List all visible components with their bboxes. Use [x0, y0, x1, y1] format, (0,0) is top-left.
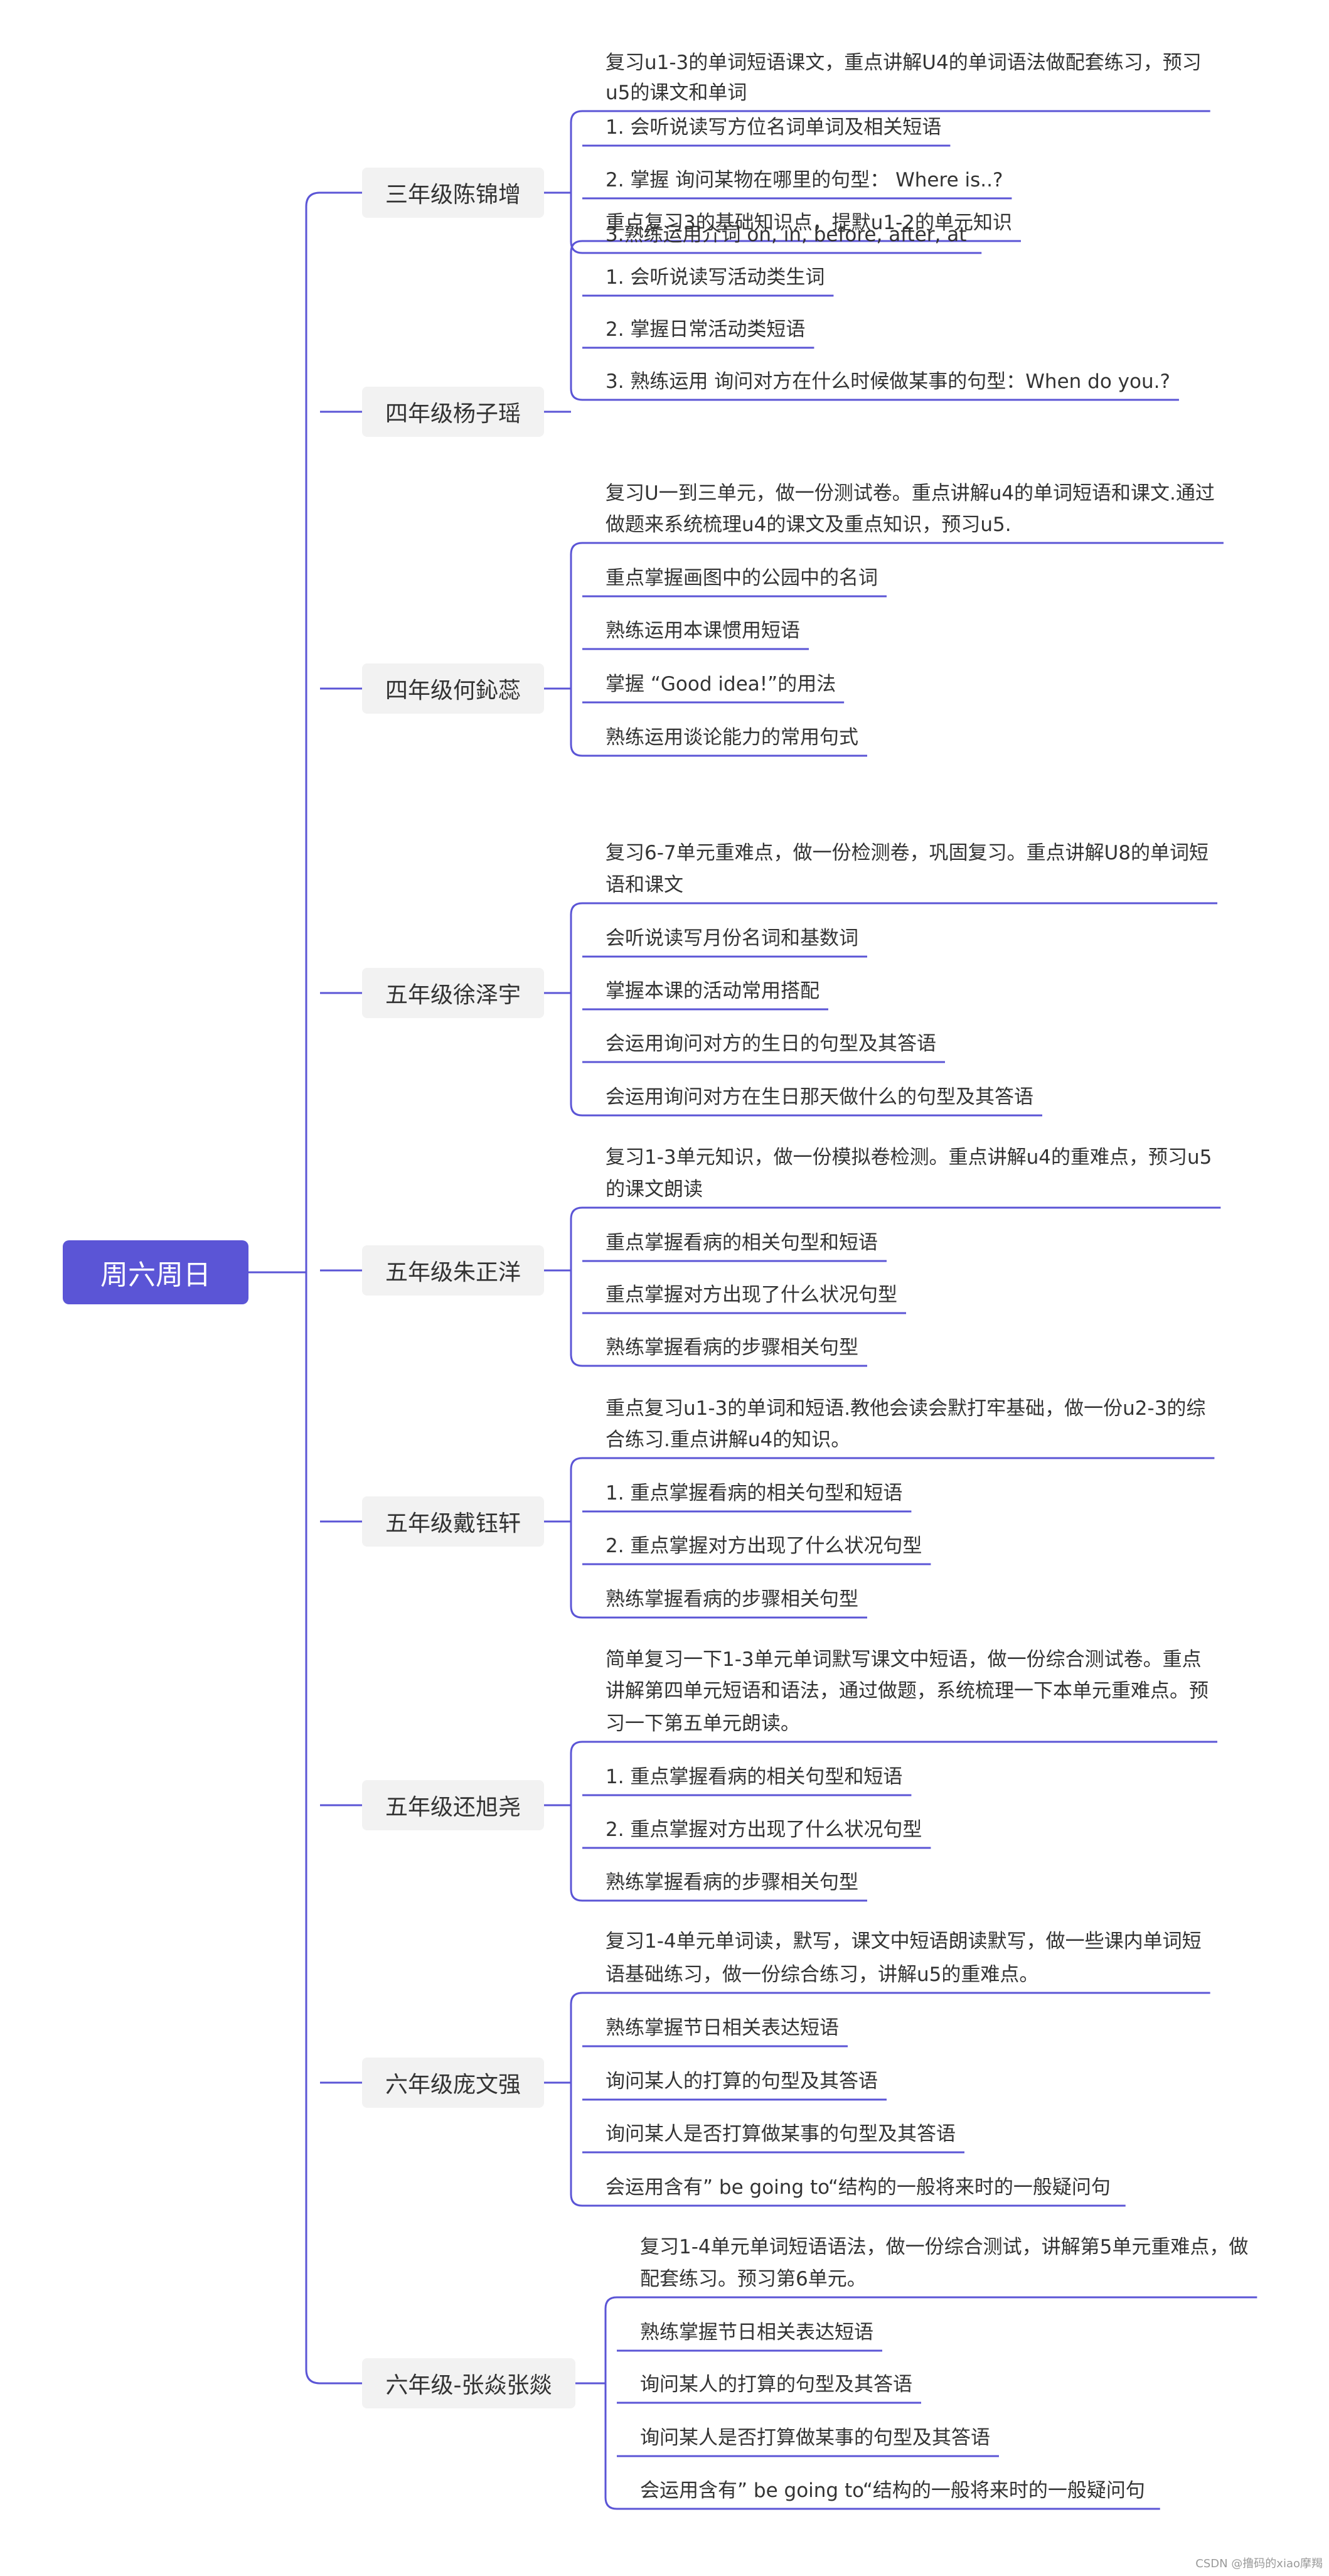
leaf-text[interactable]: 复习U一到三单元，做一份测试卷。重点讲解u4的单词短语和课文.通过	[606, 476, 1215, 510]
trunk-line	[305, 191, 321, 2385]
leaf-text[interactable]: 的课文朗读	[606, 1173, 703, 1206]
branch-topic[interactable]: 四年级杨子瑶	[362, 387, 544, 437]
branch-topic[interactable]: 五年级朱正洋	[362, 1245, 544, 1296]
leaf-text[interactable]: 熟练运用谈论能力的常用句式	[606, 721, 858, 754]
branch-topic[interactable]: 五年级戴钰轩	[362, 1496, 544, 1547]
branch-topic[interactable]: 五年级徐泽宇	[362, 968, 544, 1018]
leaf-text[interactable]: 会听说读写月份名词和基数词	[606, 921, 858, 955]
leaf-text[interactable]: 2. 重点掌握对方出现了什么状况句型	[606, 1529, 922, 1563]
leaf-text[interactable]: 复习u1-3的单词短语课文，重点讲解U4的单词语法做配套练习，预习	[606, 46, 1202, 80]
leaf-bracket	[570, 902, 583, 1117]
leaf-text[interactable]: 复习6-7单元重难点，做一份检测卷，巩固复习。重点讲解U8的单词短	[606, 836, 1209, 870]
leaf-text[interactable]: 语基础练习，做一份综合练习，讲解u5的重难点。	[606, 1958, 1038, 1992]
leaf-bracket	[570, 1206, 583, 1367]
leaf-text[interactable]: 熟练运用本课惯用短语	[606, 614, 800, 648]
leaf-text[interactable]: 重点掌握对方出现了什么状况句型	[606, 1278, 897, 1312]
leaf-text[interactable]: 复习1-4单元单词短语语法，做一份综合测试，讲解第5单元重难点，做	[640, 2230, 1248, 2264]
leaf-text[interactable]: 做题来系统梳理u4的课文及重点知识，预习u5.	[606, 508, 1011, 542]
leaf-text[interactable]: 简单复习一下1-3单元单词默写课文中短语，做一份综合测试卷。重点	[606, 1643, 1202, 1677]
leaf-text[interactable]: 询问某人是否打算做某事的句型及其答语	[640, 2421, 990, 2455]
leaf-text[interactable]: 熟练掌握节日相关表达短语	[606, 2011, 839, 2045]
branch-topic[interactable]: 五年级还旭尧	[362, 1780, 544, 1830]
leaf-text[interactable]: 复习1-3单元知识，做一份模拟卷检测。重点讲解u4的重难点，预习u5	[606, 1140, 1212, 1174]
leaf-bracket	[570, 1741, 583, 1902]
leaf-text[interactable]: 1. 重点掌握看病的相关句型和短语	[606, 1476, 902, 1510]
branch-topic[interactable]: 四年级何鈊蕊	[362, 663, 544, 714]
leaf-text[interactable]: 熟练掌握看病的步骤相关句型	[606, 1865, 858, 1899]
leaf-text[interactable]: 习一下第五单元朗读。	[606, 1707, 800, 1741]
watermark: CSDN @撸码的xiao摩羯	[1195, 2557, 1323, 2570]
branch-topic[interactable]: 三年级陈锦增	[362, 168, 544, 218]
leaf-text[interactable]: 熟练掌握看病的步骤相关句型	[606, 1331, 858, 1365]
leaf-text[interactable]: 2. 重点掌握对方出现了什么状况句型	[606, 1813, 922, 1847]
leaf-text[interactable]: 重点复习3的基础知识点，提默u1-2的单元知识	[606, 206, 1012, 240]
leaf-text[interactable]: 会运用含有” be going to“结构的一般将来时的一般疑问句	[606, 2171, 1111, 2204]
leaf-text[interactable]: 复习1-4单元单词读，默写，课文中短语朗读默写，做一些课内单词短	[606, 1924, 1202, 1958]
leaf-text[interactable]: 语和课文	[606, 868, 683, 902]
leaf-text[interactable]: 会运用询问对方在生日那天做什么的句型及其答语	[606, 1080, 1033, 1114]
branch-topic[interactable]: 六年级-张焱张燚	[362, 2358, 575, 2408]
leaf-text[interactable]: 1. 重点掌握看病的相关句型和短语	[606, 1760, 902, 1794]
leaf-text[interactable]: 配套练习。预习第6单元。	[640, 2262, 867, 2296]
leaf-text[interactable]: 熟练掌握看病的步骤相关句型	[606, 1582, 858, 1616]
leaf-bracket	[570, 240, 583, 401]
leaf-text[interactable]: 会运用询问对方的生日的句型及其答语	[606, 1027, 936, 1061]
leaf-text[interactable]: 2. 掌握日常活动类短语	[606, 313, 805, 346]
root-topic[interactable]: 周六周日	[63, 1240, 248, 1304]
leaf-text[interactable]: 2. 掌握 询问某物在哪里的句型： Where is..?	[606, 163, 1003, 197]
branch-topic[interactable]: 六年级庞文强	[362, 2058, 544, 2108]
leaf-text[interactable]: 询问某人是否打算做某事的句型及其答语	[606, 2117, 956, 2151]
leaf-bracket	[604, 2296, 617, 2510]
leaf-text[interactable]: 1. 会听说读写活动类生词	[606, 260, 825, 294]
leaf-text[interactable]: 1. 会听说读写方位名词单词及相关短语	[606, 110, 941, 144]
leaf-text[interactable]: 重点掌握画图中的公园中的名词	[606, 561, 878, 595]
leaf-text[interactable]: 询问某人的打算的句型及其答语	[640, 2368, 912, 2402]
leaf-text[interactable]: 询问某人的打算的句型及其答语	[606, 2064, 878, 2098]
leaf-text[interactable]: 讲解第四单元短语和语法，通过做题，系统梳理一下本单元重难点。预	[606, 1674, 1209, 1708]
leaf-bracket	[570, 1992, 583, 2207]
leaf-text[interactable]: 掌握 “Good idea!”的用法	[606, 667, 836, 701]
leaf-text[interactable]: 掌握本课的活动常用搭配	[606, 974, 819, 1008]
leaf-text[interactable]: 3. 熟练运用 询问对方在什么时候做某事的句型：When do you.?	[606, 365, 1170, 399]
leaf-bracket	[570, 110, 583, 254]
leaf-text[interactable]: 熟练掌握节日相关表达短语	[640, 2316, 873, 2349]
leaf-text[interactable]: u5的课文和单词	[606, 76, 747, 110]
leaf-text[interactable]: 重点掌握看病的相关句型和短语	[606, 1226, 878, 1260]
leaf-bracket	[570, 1457, 583, 1619]
leaf-bracket	[570, 542, 583, 757]
leaf-text[interactable]: 会运用含有” be going to“结构的一般将来时的一般疑问句	[640, 2474, 1145, 2508]
leaf-text[interactable]: 重点复习u1-3的单词和短语.教他会读会默打牢基础，做一份u2-3的综	[606, 1392, 1205, 1425]
leaf-text[interactable]: 合练习.重点讲解u4的知识。	[606, 1423, 850, 1457]
